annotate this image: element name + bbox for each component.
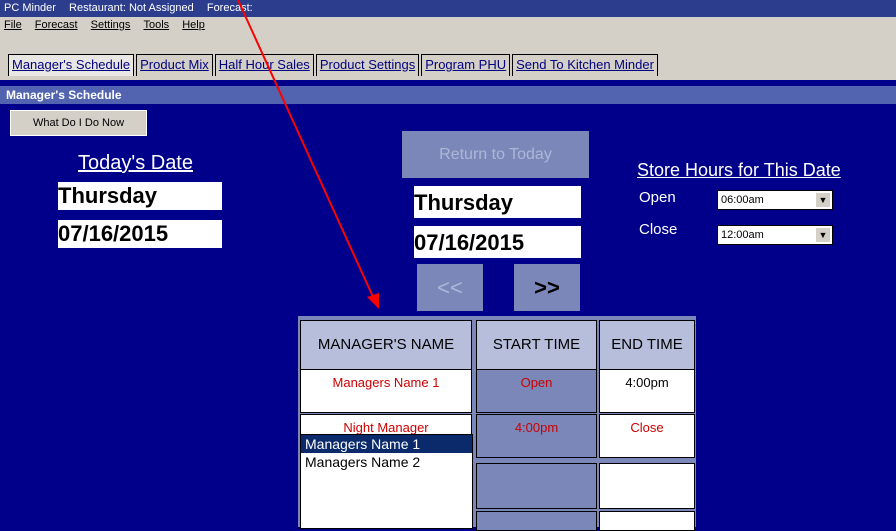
- annotation-arrow-icon: [237, 0, 379, 309]
